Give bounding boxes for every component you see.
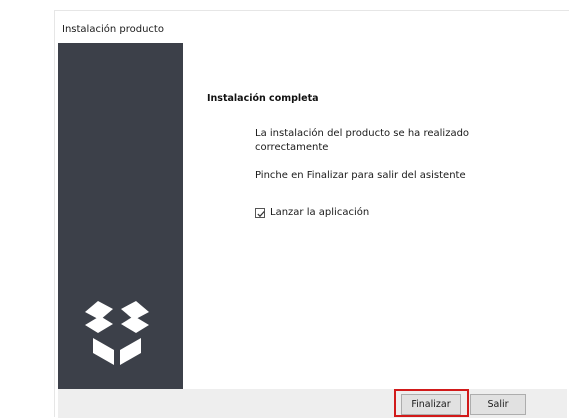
exit-instruction: Pinche en Finalizar para salir del asist… (255, 170, 466, 181)
installer-window: Instalación producto Instalación complet… (54, 10, 569, 418)
launch-app-checkbox[interactable]: Lanzar la aplicación (255, 207, 369, 218)
launch-app-label: Lanzar la aplicación (270, 207, 370, 218)
title-bar: Instalación producto (55, 11, 569, 43)
window-title: Instalación producto (62, 24, 164, 35)
exit-button[interactable]: Salir (470, 394, 526, 415)
finish-button[interactable]: Finalizar (401, 394, 461, 415)
open-box-icon (85, 301, 149, 365)
button-bar: Finalizar Salir (58, 389, 567, 418)
success-message: La instalación del producto se ha realiz… (255, 128, 470, 153)
checkbox-checked-icon[interactable] (255, 207, 265, 218)
completion-heading: Instalación completa (207, 93, 319, 104)
content-panel: Instalación completa La instalación del … (183, 43, 567, 389)
sidebar-panel (58, 43, 183, 389)
